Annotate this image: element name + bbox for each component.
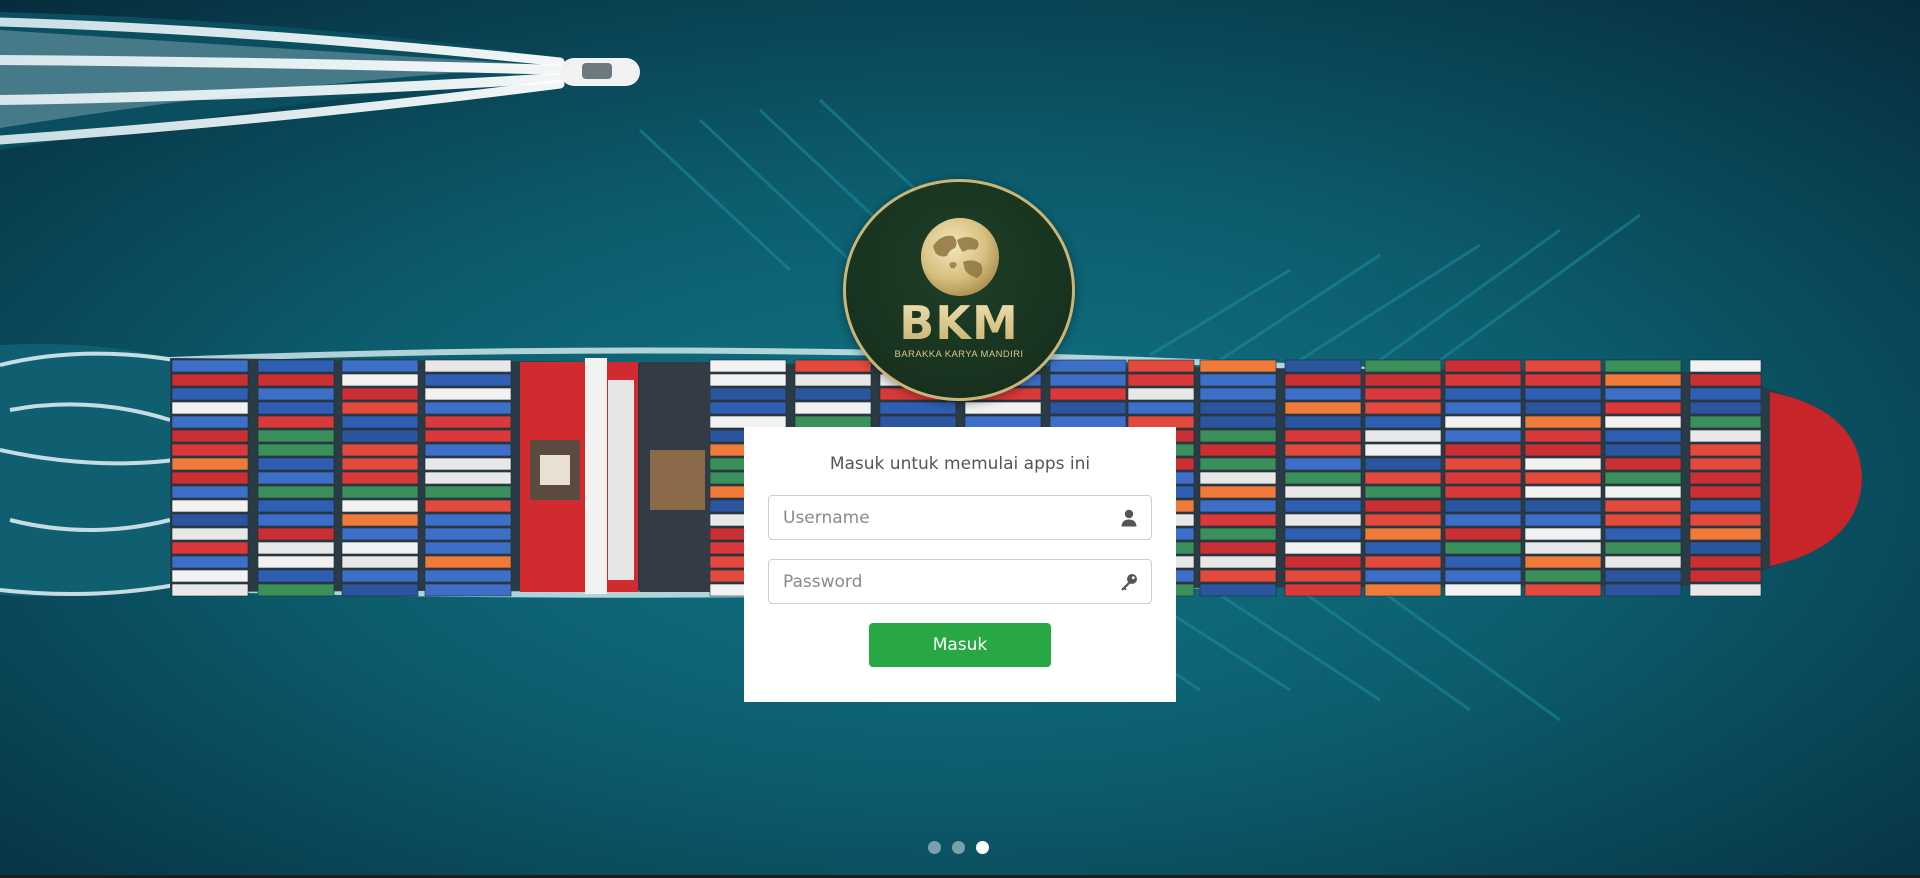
carousel-dot-1[interactable] <box>928 840 941 854</box>
globe-icon <box>921 218 999 296</box>
username-field[interactable] <box>768 495 1152 540</box>
password-field[interactable] <box>768 559 1152 604</box>
company-logo: BKM BARAKKA KARYA MANDIRI <box>843 179 1075 401</box>
logo-company-name: BARAKKA KARYA MANDIRI <box>894 349 1024 360</box>
logo-wordmark: BKM <box>846 298 1072 348</box>
carousel-dot-2[interactable] <box>952 840 965 854</box>
password-input[interactable] <box>769 560 1099 603</box>
user-icon <box>1121 509 1137 527</box>
login-card: Masuk untuk memulai apps ini Masuk <box>744 427 1176 702</box>
username-input[interactable] <box>769 496 1099 539</box>
login-title: Masuk untuk memulai apps ini <box>829 454 1091 474</box>
carousel-indicators <box>928 840 989 854</box>
carousel-dot-3[interactable] <box>976 840 989 854</box>
login-page: BKM BARAKKA KARYA MANDIRI Masuk untuk me… <box>0 0 1920 878</box>
key-icon <box>1121 574 1137 591</box>
submit-button[interactable]: Masuk <box>869 623 1051 667</box>
